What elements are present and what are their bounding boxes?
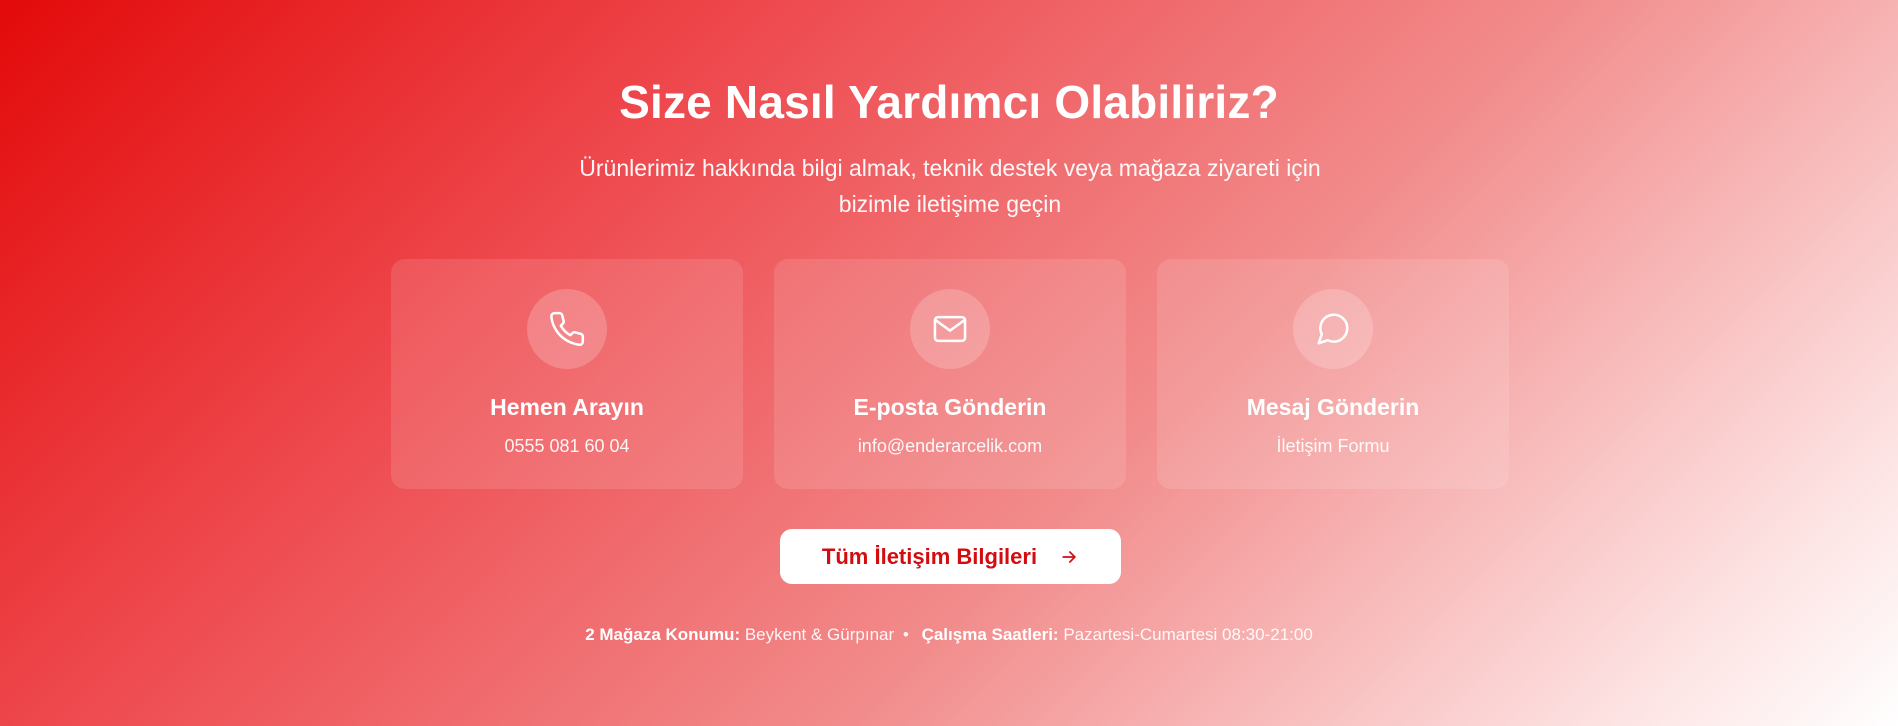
hours-value: Pazartesi-Cumartesi 08:30-21:00 (1063, 625, 1313, 644)
hours-label: Çalışma Saatleri: (921, 625, 1059, 644)
email-card-title: E-posta Gönderin (853, 394, 1047, 420)
arrow-right-icon (1062, 550, 1076, 563)
all-contact-info-button[interactable]: Tüm İletişim Bilgileri (780, 529, 1121, 584)
mail-icon (910, 289, 990, 369)
phone-number[interactable]: 0555 081 60 04 (391, 436, 743, 457)
store-info-line: 2 Mağaza Konumu: Beykent & Gürpınar • Ça… (0, 625, 1898, 645)
contact-section: Size Nasıl Yardımcı Olabiliriz? Ürünleri… (0, 0, 1898, 726)
message-card[interactable]: Mesaj Gönderin İletişim Formu (1157, 259, 1509, 489)
email-card[interactable]: E-posta Gönderin info@enderarcelik.com (774, 259, 1126, 489)
phone-icon (527, 289, 607, 369)
section-subtitle: Ürünlerimiz hakkında bilgi almak, teknik… (579, 155, 1321, 217)
message-card-title: Mesaj Gönderin (1246, 394, 1420, 420)
call-card-title: Hemen Arayın (490, 394, 644, 420)
message-circle-icon (1293, 289, 1373, 369)
separator-dot: • (902, 625, 909, 644)
contact-cards: Hemen Arayın 0555 081 60 04 E-posta Gönd… (391, 259, 1511, 489)
call-card[interactable]: Hemen Arayın 0555 081 60 04 (391, 259, 743, 489)
section-title: Size Nasıl Yardımcı Olabiliriz? (619, 76, 1279, 128)
email-address[interactable]: info@enderarcelik.com (774, 436, 1126, 457)
all-contact-info-label: Tüm İletişim Bilgileri (821, 543, 1038, 569)
contact-form-link[interactable]: İletişim Formu (1157, 436, 1509, 457)
locations-label: 2 Mağaza Konumu: (585, 625, 741, 644)
locations-value: Beykent & Gürpınar (744, 625, 895, 644)
